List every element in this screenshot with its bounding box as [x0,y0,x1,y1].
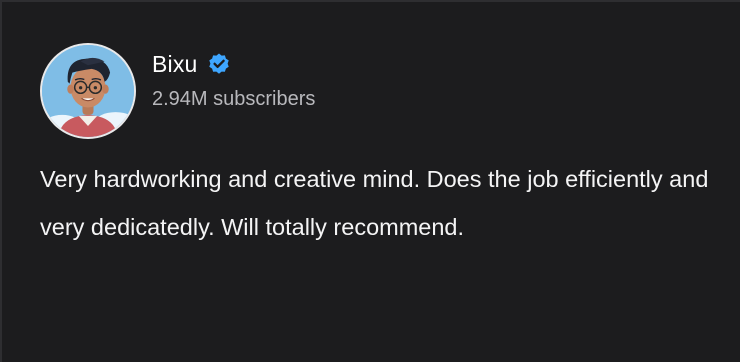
channel-name[interactable]: Bixu [152,51,198,78]
review-text: Very hardworking and creative mind. Does… [40,166,709,240]
verified-badge-icon [207,52,231,76]
channel-avatar[interactable] [40,43,136,139]
subscriber-count: 2.94M subscribers [152,88,316,110]
cartoon-boy-avatar-icon [42,45,134,137]
channel-name-row: Bixu [152,46,231,82]
testimonial-card: Bixu 2.94M subscribers Very hardworking … [0,0,740,362]
